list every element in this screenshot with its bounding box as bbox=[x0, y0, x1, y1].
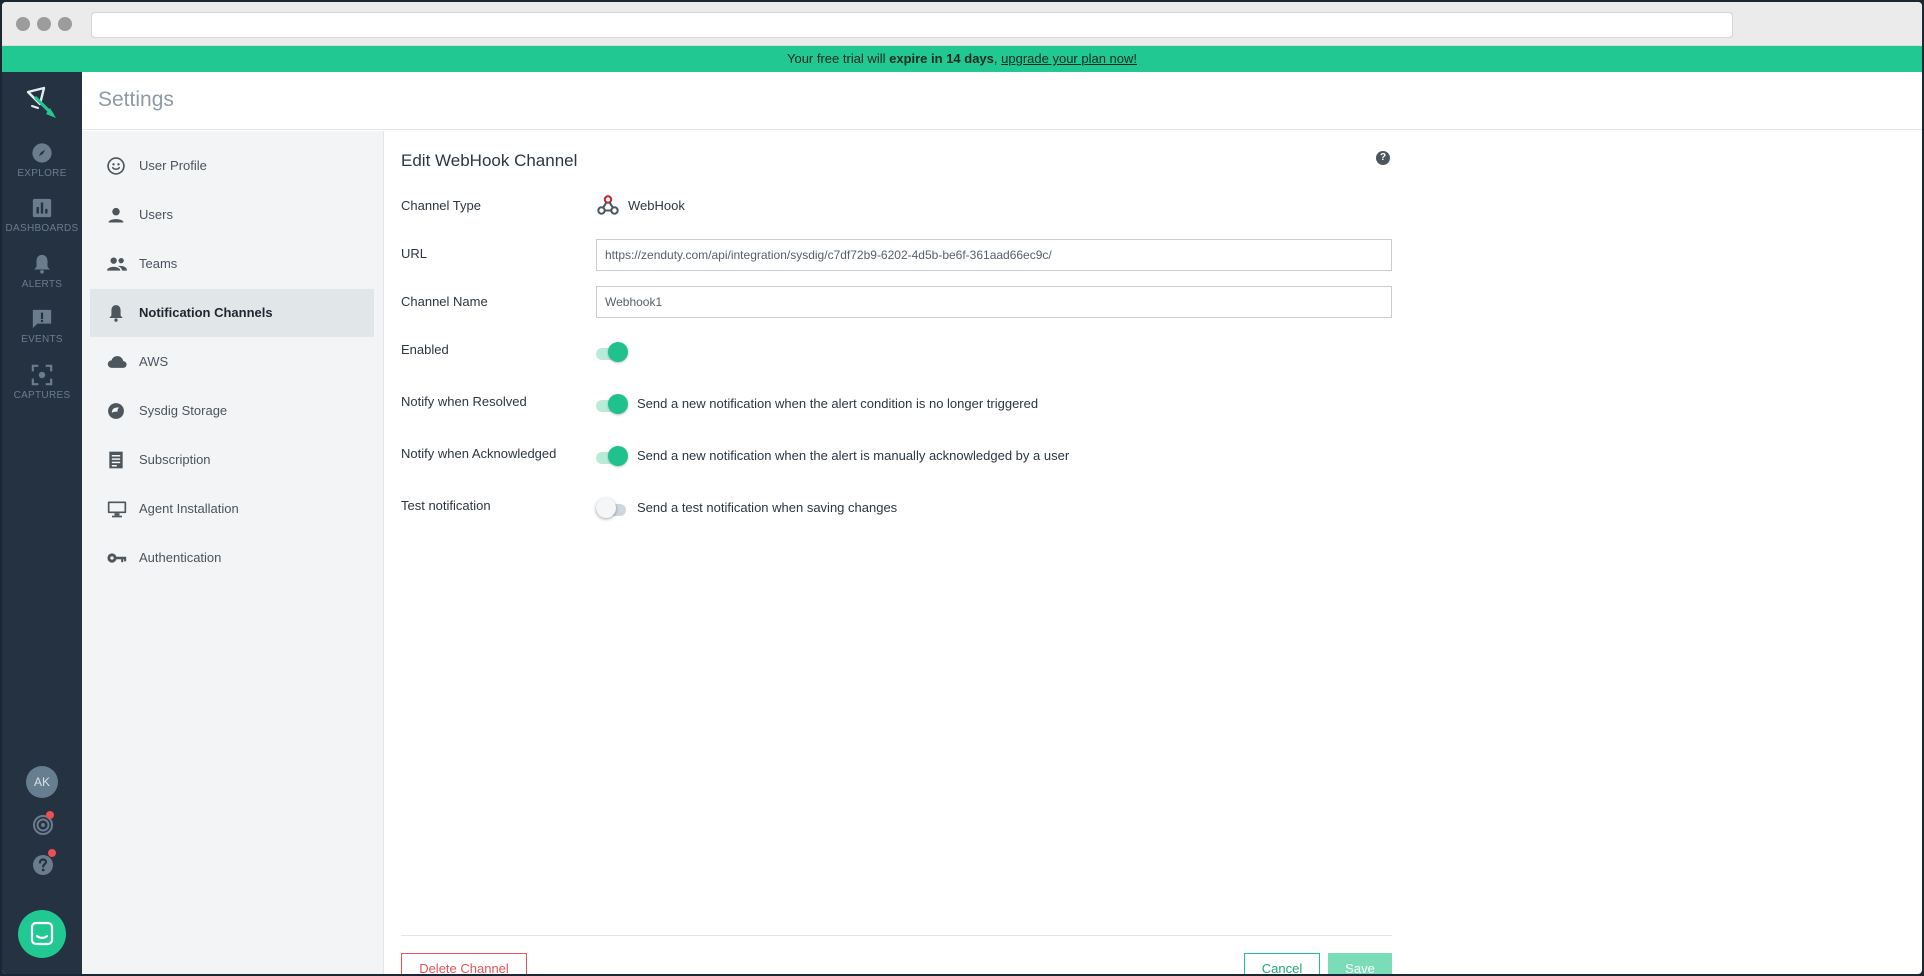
people-icon bbox=[107, 257, 127, 271]
test-notification-label: Test notification bbox=[401, 498, 491, 513]
rail-captures[interactable]: CAPTURES bbox=[2, 364, 82, 428]
nav-item-sysdig-storage[interactable]: Sysdig Storage bbox=[90, 387, 374, 435]
nav-label-agent-installation: Agent Installation bbox=[139, 501, 239, 516]
person-icon bbox=[108, 207, 124, 223]
window-minimize-dot[interactable] bbox=[37, 17, 51, 31]
webhook-icon bbox=[597, 195, 619, 215]
user-avatar[interactable]: AK bbox=[26, 766, 58, 798]
chat-icon bbox=[30, 921, 54, 946]
notify-acknowledged-toggle[interactable] bbox=[596, 446, 630, 466]
help-icon[interactable]: ? bbox=[1376, 151, 1390, 165]
page-title: Settings bbox=[98, 88, 174, 111]
edit-channel-panel: Edit WebHook Channel ? Channel Type WebH… bbox=[384, 131, 1922, 974]
channel-name-label: Channel Name bbox=[401, 294, 488, 309]
nav-item-authentication[interactable]: Authentication bbox=[90, 534, 374, 582]
nav-label-aws: AWS bbox=[139, 354, 169, 369]
nav-item-agent-installation[interactable]: Agent Installation bbox=[90, 485, 374, 533]
nav-item-subscription[interactable]: Subscription bbox=[90, 436, 374, 484]
channel-type-label: Channel Type bbox=[401, 198, 481, 213]
nav-item-users[interactable]: Users bbox=[90, 191, 374, 239]
trial-expiry: expire in 14 days bbox=[889, 51, 994, 66]
nav-item-aws[interactable]: AWS bbox=[90, 338, 374, 386]
nav-label-subscription: Subscription bbox=[139, 452, 211, 467]
nav-item-teams[interactable]: Teams bbox=[90, 240, 374, 288]
notify-resolved-description: Send a new notification when the alert c… bbox=[637, 396, 1039, 411]
upgrade-link[interactable]: upgrade your plan now! bbox=[1001, 51, 1137, 66]
nav-item-notification-channels[interactable]: Notification Channels bbox=[90, 289, 374, 337]
enabled-toggle[interactable] bbox=[596, 342, 630, 362]
nav-label-authentication: Authentication bbox=[139, 550, 222, 565]
bell-icon bbox=[34, 254, 50, 274]
save-button[interactable]: Save bbox=[1328, 953, 1392, 974]
rail-captures-label: CAPTURES bbox=[13, 390, 71, 401]
nav-label-users: Users bbox=[139, 207, 173, 222]
settings-nav: User Profile Users Teams Notification Ch… bbox=[82, 131, 384, 974]
rail-dashboards-label: DASHBOARDS bbox=[5, 223, 79, 234]
rail-events[interactable]: EVENTS bbox=[2, 308, 82, 372]
alert-message-icon bbox=[32, 309, 52, 329]
help-badge bbox=[48, 849, 56, 857]
monitor-icon bbox=[107, 501, 127, 518]
window-maximize-dot[interactable] bbox=[58, 17, 72, 31]
cancel-button[interactable]: Cancel bbox=[1244, 953, 1320, 974]
browser-chrome bbox=[2, 2, 1922, 46]
nav-label-sysdig-storage: Sysdig Storage bbox=[139, 403, 228, 418]
nav-item-user-profile[interactable]: User Profile bbox=[90, 142, 374, 190]
smiley-icon bbox=[107, 157, 125, 175]
delete-channel-button[interactable]: Delete Channel bbox=[401, 953, 527, 974]
app-window: Your free trial will expire in 14 days, … bbox=[2, 2, 1922, 974]
rail-dashboards[interactable]: DASHBOARDS bbox=[2, 197, 82, 261]
key-icon bbox=[107, 553, 127, 563]
rail-events-label: EVENTS bbox=[21, 334, 63, 345]
test-notification-toggle[interactable] bbox=[596, 498, 630, 518]
top-bar: Settings bbox=[82, 72, 1922, 130]
toggle-knob bbox=[608, 446, 628, 466]
bar-chart-icon bbox=[32, 198, 52, 218]
rail-explore-label: EXPLORE bbox=[17, 168, 67, 179]
nav-label-notification-channels: Notification Channels bbox=[139, 305, 273, 320]
storage-icon bbox=[108, 403, 124, 419]
window-close-dot[interactable] bbox=[16, 17, 30, 31]
channel-name-input[interactable] bbox=[596, 286, 1392, 318]
notification-badge bbox=[46, 811, 54, 819]
cloud-icon bbox=[107, 356, 127, 368]
trial-banner: Your free trial will expire in 14 days, … bbox=[2, 46, 1922, 72]
form-title: Edit WebHook Channel bbox=[401, 151, 578, 170]
app-rail: EXPLORE DASHBOARDS ALERTS EVENTS CAPTURE… bbox=[2, 72, 82, 974]
compass-icon bbox=[32, 143, 52, 163]
address-bar[interactable] bbox=[91, 12, 1733, 38]
chat-launcher-button[interactable] bbox=[18, 910, 66, 958]
url-input[interactable] bbox=[596, 239, 1392, 271]
notify-resolved-toggle[interactable] bbox=[596, 394, 630, 414]
toggle-knob bbox=[608, 342, 628, 362]
enabled-label: Enabled bbox=[401, 342, 449, 357]
capture-frame-icon bbox=[31, 364, 53, 386]
nav-label-user-profile: User Profile bbox=[139, 158, 207, 173]
channel-type-value: WebHook bbox=[628, 198, 685, 213]
rail-alerts-label: ALERTS bbox=[21, 279, 63, 290]
nav-label-teams: Teams bbox=[139, 256, 178, 271]
test-notification-description: Send a test notification when saving cha… bbox=[637, 500, 898, 515]
trial-separator: , bbox=[993, 51, 998, 66]
sysdig-logo-icon[interactable] bbox=[22, 84, 62, 124]
notify-acknowledged-description: Send a new notification when the alert i… bbox=[637, 448, 1070, 463]
notify-resolved-label: Notify when Resolved bbox=[401, 394, 527, 409]
trial-prefix: Your free trial will bbox=[786, 51, 890, 66]
toggle-knob bbox=[596, 498, 616, 518]
footer-divider bbox=[401, 935, 1392, 936]
receipt-icon bbox=[109, 451, 123, 469]
notify-acknowledged-label: Notify when Acknowledged bbox=[401, 446, 557, 461]
url-label: URL bbox=[401, 246, 428, 261]
bell-icon bbox=[109, 305, 123, 322]
toggle-knob bbox=[608, 394, 628, 414]
